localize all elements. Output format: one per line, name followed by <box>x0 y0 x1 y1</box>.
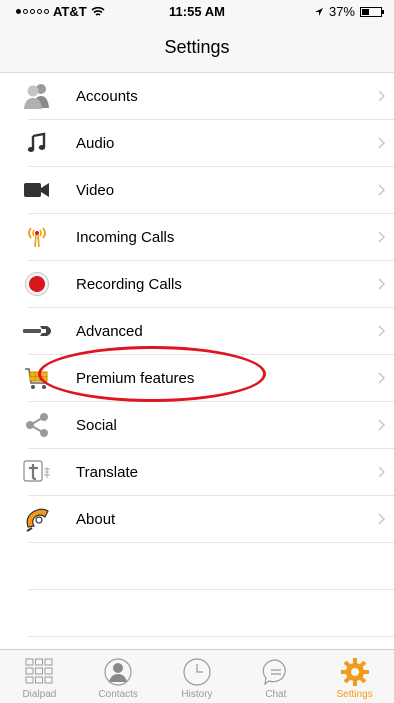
clock-icon <box>179 656 215 688</box>
video-camera-icon <box>22 175 52 205</box>
settings-row-label: Advanced <box>76 322 143 340</box>
settings-row-label: Translate <box>76 463 138 481</box>
chevron-right-icon <box>378 231 386 243</box>
settings-row-label: Social <box>76 416 117 434</box>
antenna-icon <box>22 222 52 252</box>
status-bar: AT&T 11:55 AM 37% <box>0 0 394 22</box>
wrench-icon <box>22 316 52 346</box>
highlight-annotation <box>38 346 266 402</box>
settings-row-advanced[interactable]: Advanced <box>23 308 394 355</box>
settings-row-label: Video <box>76 181 115 199</box>
chevron-right-icon <box>378 372 386 384</box>
settings-row-label: Recording Calls <box>76 275 182 293</box>
chevron-right-icon <box>378 278 386 290</box>
empty-row <box>28 590 394 637</box>
tab-bar: Dialpad Contacts History Chat Settings <box>0 649 394 703</box>
tab-chat[interactable]: Chat <box>236 650 315 703</box>
chevron-right-icon <box>378 513 386 525</box>
gear-icon <box>337 656 373 688</box>
settings-row-audio[interactable]: Audio <box>27 120 394 167</box>
dialpad-icon <box>21 656 57 688</box>
about-icon <box>22 504 52 534</box>
settings-row-label: Incoming Calls <box>76 228 175 246</box>
settings-row-accounts[interactable]: Accounts <box>24 73 394 120</box>
chevron-right-icon <box>378 466 386 478</box>
tab-label: Dialpad <box>22 689 57 700</box>
tab-label: Contacts <box>98 689 138 700</box>
settings-row-translate[interactable]: Translate <box>23 449 394 496</box>
settings-row-video[interactable]: Video <box>24 167 394 214</box>
location-arrow-icon <box>314 7 323 16</box>
tab-label: Settings <box>336 689 373 700</box>
chevron-right-icon <box>378 325 386 337</box>
accounts-icon <box>22 81 52 111</box>
contacts-icon <box>100 656 136 688</box>
page-title: Settings <box>164 36 230 57</box>
chevron-right-icon <box>378 137 386 149</box>
settings-row-social[interactable]: Social <box>26 402 394 449</box>
battery-percent: 37% <box>328 4 355 19</box>
settings-row-incoming-calls[interactable]: Incoming Calls <box>28 214 394 261</box>
settings-row-about[interactable]: About <box>26 496 394 543</box>
tab-label: History <box>181 689 213 700</box>
status-right: 37% <box>314 4 384 19</box>
chevron-right-icon <box>378 90 386 102</box>
tab-contacts[interactable]: Contacts <box>79 650 158 703</box>
tab-history[interactable]: History <box>158 650 237 703</box>
settings-row-label: Audio <box>76 134 115 152</box>
navigation-bar: Settings <box>0 22 394 73</box>
tab-settings[interactable]: Settings <box>315 650 394 703</box>
translate-icon <box>22 457 52 487</box>
record-icon <box>22 269 52 299</box>
chevron-right-icon <box>378 419 386 431</box>
settings-row-label: About <box>76 510 116 528</box>
share-icon <box>22 410 52 440</box>
chevron-right-icon <box>378 184 386 196</box>
music-note-icon <box>22 128 52 158</box>
settings-row-recording-calls[interactable]: Recording Calls <box>25 261 394 308</box>
tab-dialpad[interactable]: Dialpad <box>0 650 79 703</box>
tab-label: Chat <box>265 689 287 700</box>
chat-icon <box>258 656 294 688</box>
settings-row-label: Accounts <box>76 87 138 105</box>
battery-icon <box>360 6 384 17</box>
empty-row <box>28 543 394 590</box>
